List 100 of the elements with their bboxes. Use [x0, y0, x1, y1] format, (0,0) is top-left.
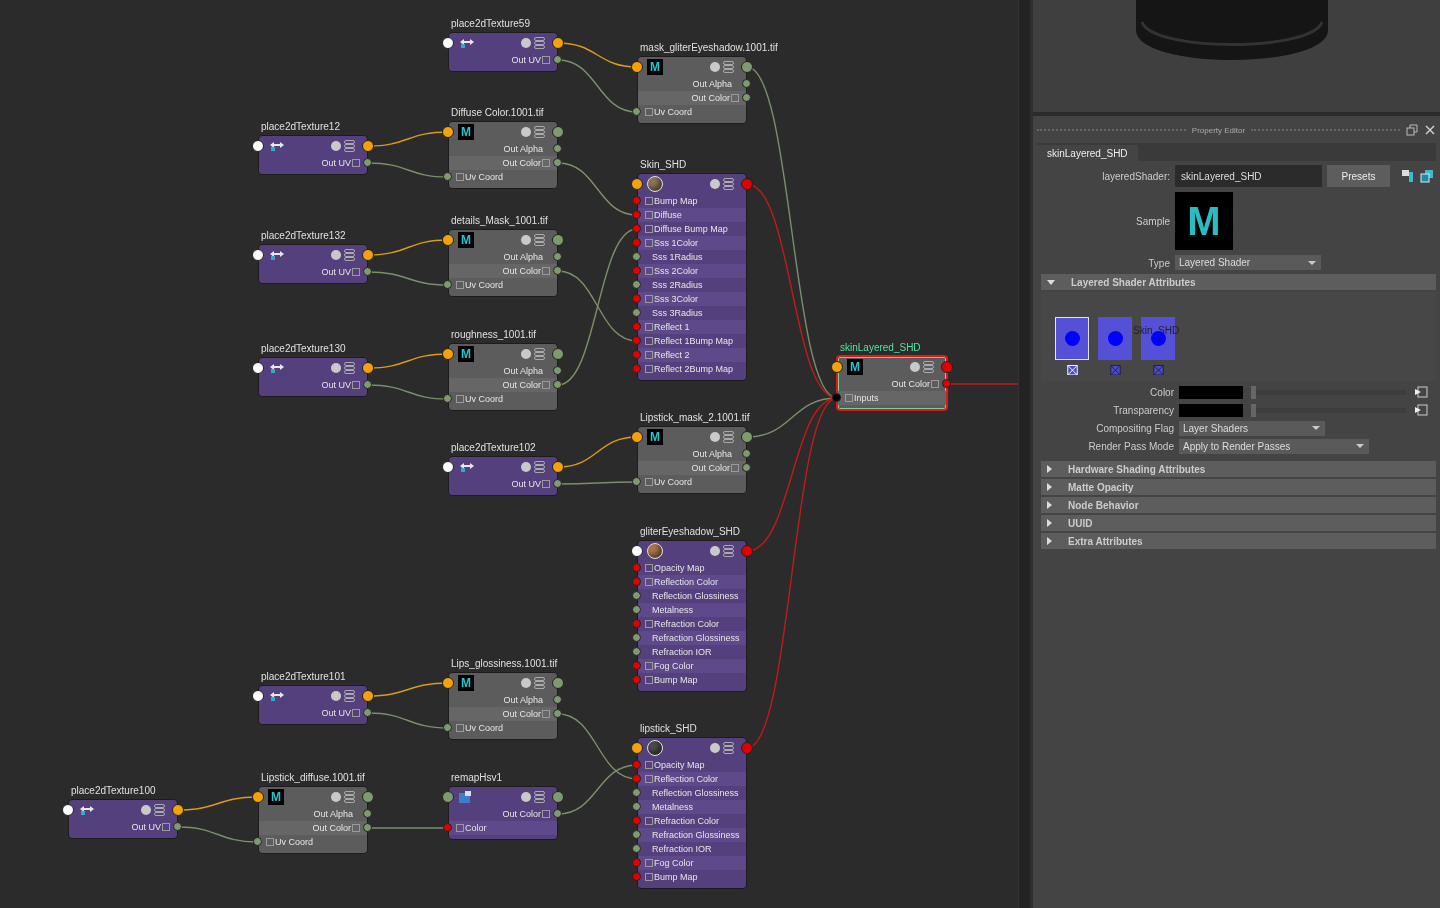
expand-icon[interactable]	[352, 268, 360, 276]
expand-icon[interactable]	[645, 817, 653, 825]
input-port[interactable]	[632, 872, 641, 881]
input-port[interactable]	[632, 661, 641, 670]
input-port[interactable]	[632, 350, 641, 359]
attribute-row[interactable]: Metalness	[638, 800, 746, 814]
expand-icon[interactable]	[645, 267, 653, 275]
input-port[interactable]	[632, 844, 641, 853]
attribute-row[interactable]: Out UV	[259, 265, 367, 279]
list-icon[interactable]	[923, 361, 934, 373]
expand-icon[interactable]	[542, 267, 550, 275]
input-port[interactable]	[632, 266, 641, 275]
output-port[interactable]	[553, 55, 562, 64]
input-port[interactable]	[632, 802, 641, 811]
attribute-row[interactable]: Out Color	[838, 377, 946, 391]
input-port[interactable]	[632, 477, 641, 486]
input-port[interactable]	[632, 858, 641, 867]
attribute-row[interactable]: Sss 2Radius	[638, 278, 746, 292]
swatch-toggle-icon[interactable]	[331, 141, 341, 151]
node-card[interactable]: Out UV	[258, 685, 368, 725]
input-port[interactable]	[632, 647, 641, 656]
expanded-arrow-icon[interactable]	[1047, 279, 1055, 285]
output-port[interactable]	[553, 266, 562, 275]
input-port[interactable]	[832, 393, 841, 402]
node-card[interactable]: Out Color Color	[448, 786, 558, 840]
node-card[interactable]: M Out Alpha Out Color Uv Coord	[448, 343, 558, 411]
attribute-row[interactable]: Sss 1Color	[638, 236, 746, 250]
input-port[interactable]	[442, 348, 454, 360]
attribute-row[interactable]: Bump Map	[638, 194, 746, 208]
expand-icon[interactable]	[645, 225, 653, 233]
expand-icon[interactable]	[645, 211, 653, 219]
attribute-row[interactable]: Diffuse Bump Map	[638, 222, 746, 236]
slider-thumb[interactable]	[1251, 403, 1256, 417]
section-header[interactable]: Matte Opacity	[1041, 479, 1436, 495]
expand-icon[interactable]	[931, 380, 939, 388]
node-card[interactable]: Out UV	[448, 456, 558, 496]
input-port[interactable]	[632, 308, 641, 317]
swatch-toggle-icon[interactable]	[521, 462, 531, 472]
section-header[interactable]: Layered Shader Attributes	[1041, 274, 1436, 290]
attribute-row[interactable]: Out Color	[259, 821, 367, 835]
attribute-row[interactable]: Reflect 2Bump Map	[638, 362, 746, 376]
input-port[interactable]	[632, 830, 641, 839]
expand-icon[interactable]	[731, 94, 739, 102]
input-port[interactable]	[632, 336, 641, 345]
node-card[interactable]: M Out Alpha Out Color Uv Coord	[448, 672, 558, 740]
output-port[interactable]	[553, 380, 562, 389]
attribute-row[interactable]: Opacity Map	[638, 561, 746, 575]
color-swatch[interactable]	[1179, 385, 1243, 399]
input-port[interactable]	[632, 252, 641, 261]
input-port[interactable]	[252, 690, 264, 702]
attribute-row[interactable]: Out Alpha	[449, 364, 557, 378]
list-icon[interactable]	[534, 461, 545, 473]
input-port[interactable]	[631, 61, 643, 73]
attribute-row[interactable]: Out UV	[259, 156, 367, 170]
output-port[interactable]	[363, 708, 372, 717]
output-port[interactable]	[173, 822, 182, 831]
color-swatch[interactable]	[1179, 403, 1243, 417]
expand-icon[interactable]	[352, 709, 360, 717]
attribute-row[interactable]: Out Alpha	[449, 693, 557, 707]
node-card[interactable]: Opacity Map Reflection Color Reflection Glossiness Metalness Refraction Color Refraction Glossiness Refraction IOR Fog Color Bump Map	[637, 540, 747, 692]
input-port[interactable]	[442, 791, 454, 803]
input-port[interactable]	[632, 605, 641, 614]
expand-icon[interactable]	[645, 365, 653, 373]
list-icon[interactable]	[723, 545, 734, 557]
expand-icon[interactable]	[352, 824, 360, 832]
input-port[interactable]	[632, 619, 641, 628]
swatch-toggle-icon[interactable]	[710, 546, 720, 556]
expand-icon[interactable]	[542, 381, 550, 389]
swatch-toggle-icon[interactable]	[331, 691, 341, 701]
attribute-row[interactable]: Reflect 2	[638, 348, 746, 362]
swatch-toggle-icon[interactable]	[710, 179, 720, 189]
input-port[interactable]	[632, 675, 641, 684]
output-port[interactable]	[553, 695, 562, 704]
attribute-row[interactable]: Out UV	[449, 477, 557, 491]
expand-icon[interactable]	[645, 620, 653, 628]
input-port[interactable]	[252, 362, 264, 374]
node-card[interactable]: Out UV	[68, 799, 178, 839]
output-port[interactable]	[363, 380, 372, 389]
swatch-toggle-icon[interactable]	[331, 363, 341, 373]
section-header[interactable]: UUID	[1041, 515, 1436, 531]
list-icon[interactable]	[723, 61, 734, 73]
output-port[interactable]	[553, 366, 562, 375]
input-port[interactable]	[632, 196, 641, 205]
expand-icon[interactable]	[456, 824, 464, 832]
swatch-toggle-icon[interactable]	[521, 38, 531, 48]
expand-icon[interactable]	[645, 873, 653, 881]
swatch-toggle-icon[interactable]	[521, 678, 531, 688]
expand-icon[interactable]	[645, 295, 653, 303]
input-port[interactable]	[632, 107, 641, 116]
expand-icon[interactable]	[645, 578, 653, 586]
output-port[interactable]	[942, 379, 951, 388]
swatch-toggle-icon[interactable]	[710, 743, 720, 753]
attribute-row[interactable]: Opacity Map	[638, 758, 746, 772]
input-port[interactable]	[632, 224, 641, 233]
input-port[interactable]	[253, 837, 262, 846]
expand-icon[interactable]	[645, 239, 653, 247]
list-icon[interactable]	[534, 37, 545, 49]
input-port[interactable]	[62, 804, 74, 816]
node-card[interactable]: Opacity Map Reflection Color Reflection Glossiness Metalness Refraction Color Refraction Glossiness Refraction IOR Fog Color Bump Map	[637, 737, 747, 889]
slider-thumb[interactable]	[1251, 385, 1256, 399]
